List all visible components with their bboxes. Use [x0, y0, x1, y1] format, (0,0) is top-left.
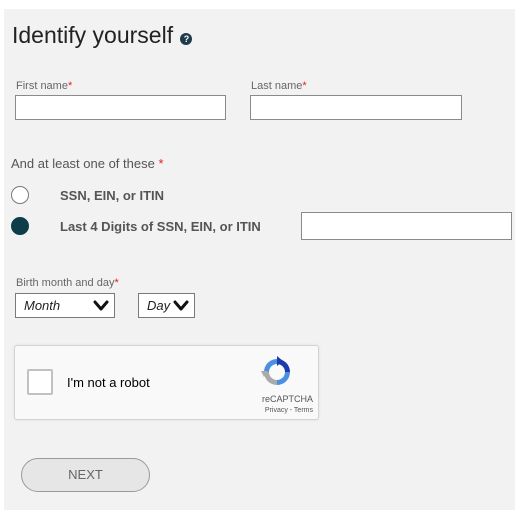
first-name-label: First name*: [16, 80, 72, 92]
radio-button-last4[interactable]: [11, 217, 29, 235]
recaptcha-label: I'm not a robot: [67, 375, 150, 390]
recaptcha-checkbox[interactable]: [27, 369, 53, 395]
first-name-input[interactable]: [15, 95, 226, 120]
radio-label-ssn: SSN, EIN, or ITIN: [60, 187, 165, 203]
last4-input[interactable]: [301, 212, 512, 240]
recaptcha-widget: I'm not a robot reCAPTCHA Privacy - Term…: [14, 345, 319, 420]
chevron-down-icon: [173, 300, 189, 310]
last-name-input[interactable]: [250, 95, 462, 120]
radio-option-last4[interactable]: Last 4 Digits of SSN, EIN, or ITIN: [11, 215, 261, 237]
required-marker: *: [67, 80, 73, 92]
month-select-value: Month: [24, 298, 61, 313]
first-name-label-text: First name: [16, 80, 68, 92]
radio-button-ssn[interactable]: [11, 186, 29, 204]
id-group-label: And at least one of these *: [11, 156, 164, 171]
required-marker: *: [114, 277, 119, 289]
radio-label-last4: Last 4 Digits of SSN, EIN, or ITIN: [60, 218, 261, 234]
recaptcha-privacy-terms-link[interactable]: Privacy - Terms: [15, 407, 313, 414]
birth-label: Birth month and day*: [16, 277, 119, 289]
birth-label-text: Birth month and day: [16, 277, 115, 289]
day-select[interactable]: Day: [138, 293, 195, 318]
last-name-label-text: Last name: [251, 80, 303, 92]
page-title: Identify yourself ?: [12, 22, 193, 49]
chevron-down-icon: [93, 300, 109, 310]
month-select[interactable]: Month: [15, 293, 115, 318]
required-marker: *: [158, 156, 164, 171]
question-circle-icon[interactable]: ?: [180, 33, 193, 45]
radio-option-ssn[interactable]: SSN, EIN, or ITIN: [11, 184, 164, 206]
required-marker: *: [302, 80, 307, 92]
id-group-label-text: And at least one of these: [11, 156, 155, 171]
day-select-value: Day: [147, 298, 171, 313]
recaptcha-brand: reCAPTCHA: [261, 394, 313, 404]
recaptcha-logo-icon: [261, 356, 290, 385]
title-text: Identify yourself: [12, 22, 174, 48]
next-button[interactable]: NEXT: [21, 458, 150, 492]
last-name-label: Last name*: [251, 80, 307, 92]
